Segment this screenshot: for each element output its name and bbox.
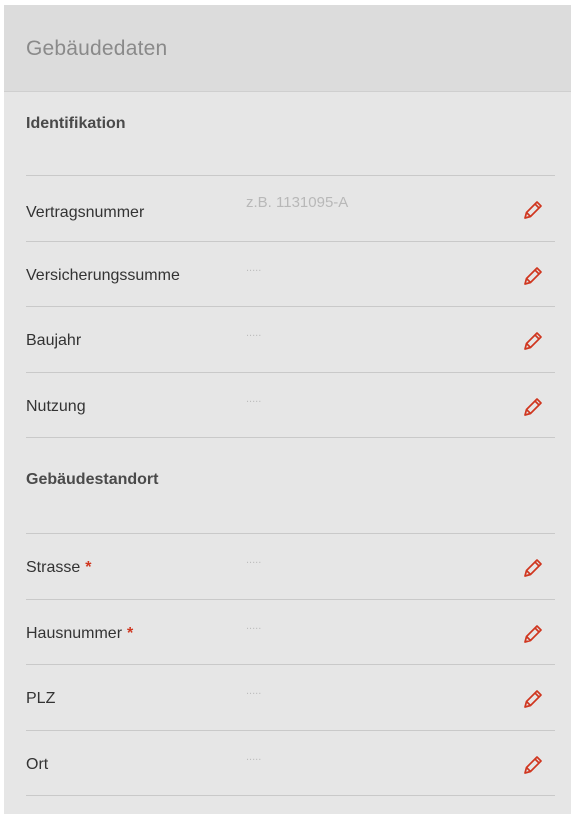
field-label: Vertragsnummer [26, 204, 145, 221]
divider [26, 795, 555, 796]
pencil-icon[interactable] [522, 688, 544, 710]
pencil-icon[interactable] [522, 557, 544, 579]
panel-header: Gebäudedaten [4, 5, 571, 92]
divider [26, 437, 555, 438]
field-value-placeholder: ..... [246, 751, 262, 763]
required-marker: * [127, 625, 134, 642]
building-data-panel: Gebäudedaten Identifikation Vertragsnumm… [4, 5, 571, 814]
field-label: Baujahr [26, 332, 82, 349]
section-heading-gebaeudestandort: Gebäudestandort [26, 471, 159, 488]
section-heading-identifikation: Identifikation [26, 115, 126, 132]
field-row-plz[interactable]: PLZ ..... [26, 664, 555, 729]
pencil-icon[interactable] [522, 330, 544, 352]
field-label: Ort [26, 756, 49, 773]
field-label: Strasse * [26, 559, 92, 576]
field-value-placeholder: ..... [246, 393, 262, 405]
field-value-placeholder: ..... [246, 262, 262, 274]
field-row-baujahr[interactable]: Baujahr ..... [26, 306, 555, 371]
field-label: Nutzung [26, 398, 86, 415]
pencil-icon[interactable] [522, 623, 544, 645]
required-marker: * [85, 559, 92, 576]
field-row-hausnummer[interactable]: Hausnummer * ..... [26, 599, 555, 664]
pencil-icon[interactable] [522, 396, 544, 418]
field-label: Hausnummer * [26, 625, 134, 642]
field-row-versicherungssumme[interactable]: Versicherungssumme ..... [26, 241, 555, 306]
field-row-nutzung[interactable]: Nutzung ..... [26, 372, 555, 437]
field-row-strasse[interactable]: Strasse * ..... [26, 533, 555, 598]
field-label: Versicherungssumme [26, 267, 180, 284]
field-value-placeholder: ..... [246, 554, 262, 566]
field-row-vertragsnummer[interactable]: Vertragsnummer z.B. 1131095-A [26, 175, 555, 240]
panel-title: Gebäudedaten [26, 37, 168, 60]
pencil-icon[interactable] [522, 754, 544, 776]
field-value-placeholder: z.B. 1131095-A [246, 194, 349, 211]
field-value-placeholder: ..... [246, 620, 262, 632]
field-label: PLZ [26, 690, 56, 707]
field-value-placeholder: ..... [246, 327, 262, 339]
pencil-icon[interactable] [522, 199, 544, 221]
field-row-ort[interactable]: Ort ..... [26, 730, 555, 795]
pencil-icon[interactable] [522, 265, 544, 287]
field-value-placeholder: ..... [246, 685, 262, 697]
